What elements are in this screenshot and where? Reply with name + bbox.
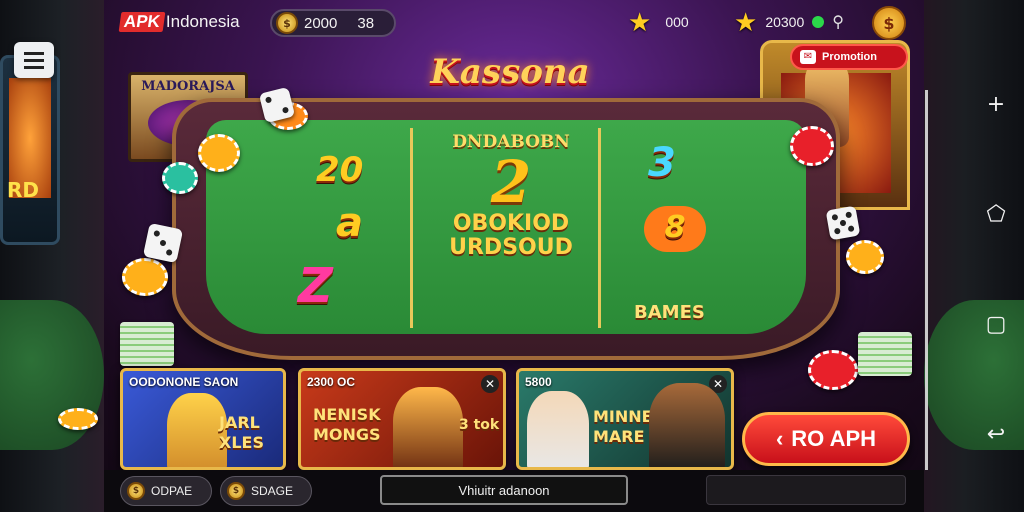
side-nav: + ⬠ ▢ ↩	[978, 90, 1014, 450]
coin-icon: $	[227, 482, 245, 500]
poker-chip	[808, 350, 858, 390]
online-dot-icon	[812, 16, 825, 28]
coin-balance[interactable]: $ 2000 38	[270, 9, 396, 37]
box-icon[interactable]: ▢	[981, 310, 1011, 340]
coin-amount: 2000	[304, 14, 338, 32]
star-balance-2[interactable]: ★ 20300 ⚲	[734, 8, 864, 36]
dice-icon	[825, 205, 861, 241]
tile-8[interactable]: 8	[644, 206, 706, 252]
promo-card-1[interactable]: OODONONE SAON JARL XLES	[120, 368, 286, 470]
chevron-left-icon: ‹	[775, 426, 784, 451]
promo-card-3[interactable]: 5800 ✕ MINNE MARE	[516, 368, 734, 470]
top-bar: APK Indonesia $ 2000 38 ★ 000 ★ 20300 ⚲ …	[0, 0, 1024, 46]
bottom-pill-1[interactable]: $ ODPAE	[120, 476, 212, 506]
bottom-empty-box[interactable]	[706, 475, 906, 505]
card-caption: OODONONE SAON	[129, 375, 239, 389]
tile-a[interactable]: a	[336, 200, 363, 246]
star-value-2: 20300	[765, 14, 805, 30]
gift-icon: ✉	[800, 50, 816, 64]
game-title: Kassona	[430, 52, 590, 92]
poker-chip	[790, 126, 834, 166]
arcade-sign: RD	[7, 178, 40, 202]
star-value: 000	[665, 14, 689, 30]
card-badge: 3 tok	[459, 417, 500, 433]
card-caption: 2300 OC	[307, 375, 356, 389]
poker-chip	[162, 162, 198, 194]
poker-chip	[846, 240, 884, 274]
coin-icon: $	[276, 12, 298, 34]
logo-line-1: OBOKIOD	[452, 211, 570, 236]
card-headline: NENISK MONGS	[313, 405, 381, 444]
bottom-text-box[interactable]: Vhiuitr adanoon	[380, 475, 628, 505]
coin-suffix: 38	[357, 14, 375, 32]
notification-icon[interactable]: ⚲	[832, 12, 844, 32]
dice-icon	[142, 222, 184, 264]
poker-chip	[198, 134, 240, 172]
felt-divider	[598, 128, 601, 328]
poker-chip	[58, 408, 98, 430]
center-game-logo[interactable]: DNDABOBN 2 OBOKIOD URDSOUD	[426, 132, 596, 312]
game-screen: RD MADORAJSA + ⬠ ▢ ↩ APK Indonesia $ 200…	[0, 0, 1024, 512]
pill-label: ODPAE	[151, 484, 193, 498]
app-logo[interactable]: APK Indonesia	[118, 10, 240, 34]
logo-line-2: URDSOUD	[449, 235, 573, 260]
tile-3[interactable]: 3	[648, 140, 676, 186]
card-character	[167, 393, 227, 467]
card-caption: 5800	[525, 375, 552, 389]
tile-20[interactable]: 20	[316, 150, 363, 190]
poster-title: MADORAJSA	[141, 79, 235, 94]
plus-icon[interactable]: +	[981, 90, 1011, 120]
card-character	[649, 383, 725, 467]
coin-icon: $	[127, 482, 145, 500]
card-headline: JARL XLES	[219, 413, 264, 452]
left-arcade-machine: RD	[0, 55, 60, 245]
logo-text: Indonesia	[165, 12, 240, 31]
pill-label: SDAGE	[251, 484, 294, 498]
promo-card-2[interactable]: 2300 OC ✕ NENISK MONGS 3 tok	[298, 368, 506, 470]
star-icon: ★	[628, 7, 652, 37]
logo-brand: APK	[118, 12, 166, 32]
promo-label: Promotion	[822, 51, 877, 63]
star-icon: ★	[734, 7, 758, 37]
bottom-pill-2[interactable]: $ SDAGE	[220, 476, 312, 506]
card-character	[393, 387, 463, 467]
felt-divider	[410, 128, 413, 328]
cash-stack	[858, 332, 912, 376]
promotion-button[interactable]: ✉ Promotion	[790, 44, 908, 70]
close-icon[interactable]: ✕	[481, 375, 499, 393]
chevron-icon[interactable]: ↩	[981, 420, 1011, 450]
poker-chip	[122, 258, 168, 296]
play-button[interactable]: ‹ RO APH	[742, 412, 910, 466]
card-character	[527, 391, 589, 467]
menu-button[interactable]	[14, 42, 54, 78]
pentagon-icon[interactable]: ⬠	[981, 200, 1011, 230]
star-balance[interactable]: ★ 000	[628, 8, 724, 36]
cash-stack	[120, 322, 174, 366]
coin-shop-button[interactable]: $	[872, 6, 906, 40]
games-label[interactable]: BAMES	[634, 302, 705, 323]
logo-big-number: 2	[490, 148, 532, 216]
tile-z[interactable]: Z	[298, 258, 333, 314]
right-divider	[925, 90, 928, 470]
play-label: RO APH	[791, 426, 877, 451]
